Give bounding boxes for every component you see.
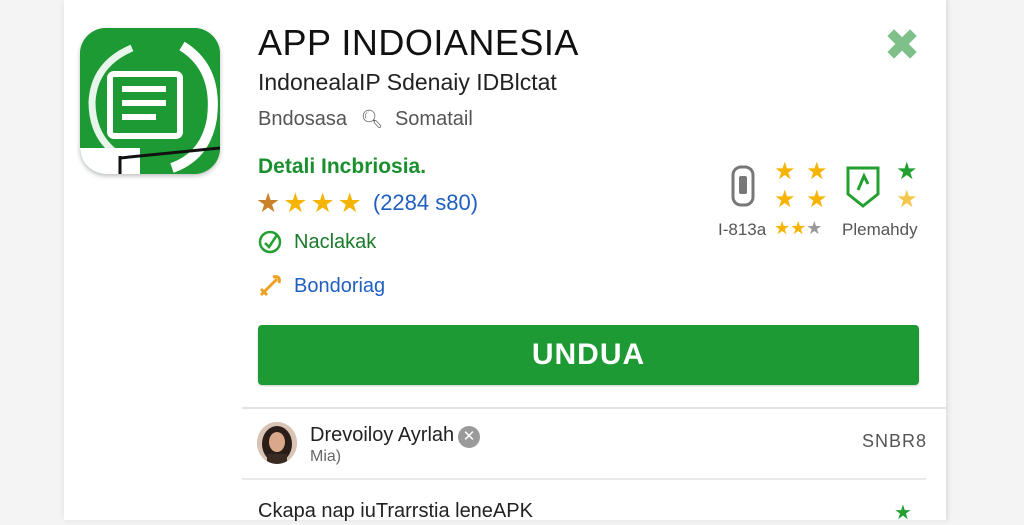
star-icon: ★ (806, 186, 828, 213)
feature-row-1: Naclakak (256, 228, 376, 256)
app-icon[interactable] (80, 28, 220, 174)
star-icon: ★ (896, 186, 918, 213)
rating-row: ★ ★ ★ ★ (2284 s80) (256, 188, 478, 218)
avatar[interactable] (257, 422, 297, 464)
app-subtitle: IndonealaIP Sdenaiy IDBlctat (258, 69, 557, 95)
divider (242, 478, 926, 480)
feature-row-2: Bondoriag (256, 272, 385, 300)
developer-subtext: Mia) (310, 448, 342, 465)
tool-icon (256, 272, 284, 300)
developer-short[interactable]: Bndosasa (258, 108, 347, 130)
search-icon: 🔍︎ (360, 109, 384, 129)
close-x-icon[interactable]: ✖ (880, 24, 924, 68)
badge-icon (842, 162, 884, 213)
feature-label-1: Naclakak (294, 230, 377, 253)
remove-icon[interactable]: ✕ (458, 426, 480, 448)
star-icon: ★ (774, 158, 796, 185)
download-button[interactable]: UNDUA (258, 325, 919, 385)
star-icon: ★ (283, 187, 308, 218)
phone-icon (730, 164, 756, 213)
star-icon: ★ (256, 187, 281, 218)
divider (242, 407, 946, 409)
star-icon: ★ (894, 502, 912, 524)
star-icon: ★ (774, 186, 796, 213)
side-left-label: I-813a (718, 220, 767, 239)
side-stats: ★ ★ ★ ★ ★ ★ I-813a ★★★ Plemahdy (716, 158, 926, 248)
side-right-label: Plemahdy (842, 220, 918, 239)
developer-size: SNBR8 (862, 431, 928, 451)
star-icon: ★ (806, 158, 828, 185)
developer-extra: Somatail (394, 108, 473, 130)
rating-count[interactable]: (2284 s80) (373, 190, 478, 216)
check-leaf-icon (256, 228, 284, 256)
star-icon: ★ (310, 187, 335, 218)
star-icon: ★ (337, 187, 362, 218)
developer-name[interactable]: Drevoiloy Ayrlah (310, 424, 454, 447)
app-title: APP INDOIANESIA (258, 22, 579, 63)
developer-row: Bndosasa 🔍︎ Somatail (258, 108, 473, 131)
mini-stars: ★★★ (774, 218, 823, 238)
star-icon: ★ (896, 158, 918, 185)
details-heading: Detali Incbriosia. (258, 155, 427, 178)
feature-label-2[interactable]: Bondoriag (294, 275, 385, 298)
